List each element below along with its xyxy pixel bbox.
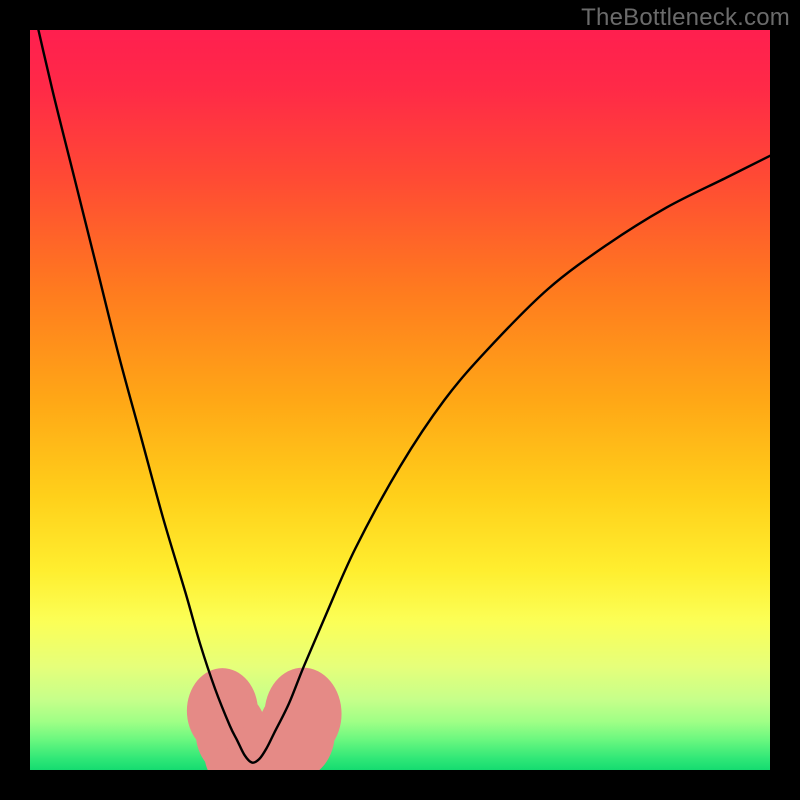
plot-area — [30, 30, 770, 770]
chart-frame: TheBottleneck.com — [0, 0, 800, 800]
bottleneck-curve — [30, 30, 770, 763]
highlight-markers — [187, 668, 342, 770]
watermark-text: TheBottleneck.com — [581, 4, 790, 32]
highlight-blob — [265, 668, 342, 760]
curve-layer — [30, 30, 770, 770]
